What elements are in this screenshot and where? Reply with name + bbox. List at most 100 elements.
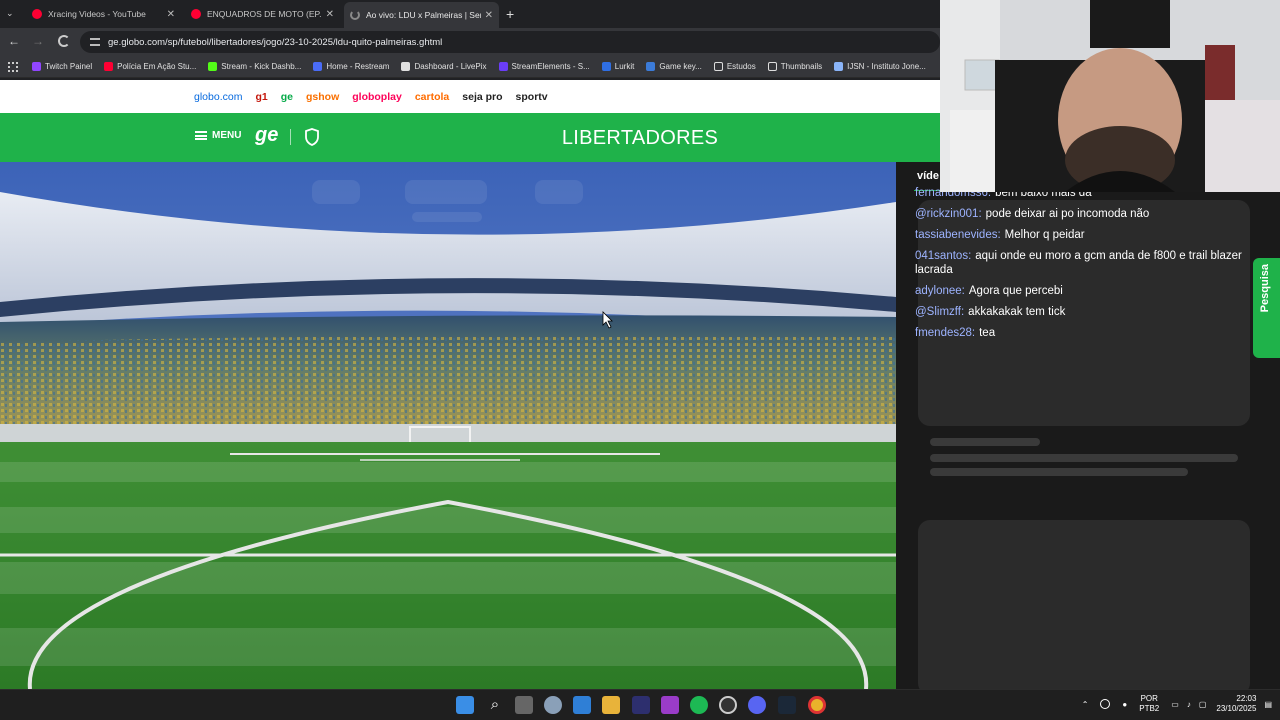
bookmark-item[interactable]: IJSN - Instituto Jone... — [834, 62, 926, 71]
menu-button[interactable]: MENU — [195, 130, 241, 141]
hamburger-icon — [195, 131, 207, 140]
bookmark-item[interactable]: Estudos — [713, 62, 756, 71]
app-icon[interactable] — [632, 696, 650, 714]
match-video-stadium[interactable] — [0, 162, 896, 689]
bookmark-favicon-icon — [498, 62, 508, 71]
apps-icon[interactable] — [8, 61, 18, 72]
chat-username: @Slimzff: — [915, 306, 965, 318]
capture-app-icon[interactable] — [661, 696, 679, 714]
windows-taskbar: ⌕ ⌃ ● POR PTB2 ▭ ♪ ▢ 22:03 23/10/2025 ▤ — [0, 689, 1280, 720]
content-card — [918, 520, 1250, 695]
bookmark-item[interactable]: StreamElements - S... — [498, 62, 590, 71]
sync-icon[interactable] — [1100, 699, 1111, 709]
reload-icon[interactable] — [58, 35, 70, 47]
shield-icon[interactable] — [304, 128, 320, 146]
settings-icon[interactable] — [544, 696, 562, 714]
site-info-icon[interactable] — [90, 38, 100, 46]
notification-icon[interactable]: ▤ — [1264, 700, 1272, 709]
new-tab-button[interactable]: + — [506, 6, 514, 22]
microphone-icon[interactable]: ● — [1122, 700, 1127, 709]
back-icon[interactable]: ← — [8, 34, 20, 48]
chrome-icon[interactable] — [808, 696, 826, 714]
bookmark-item[interactable]: Game key... — [646, 62, 702, 71]
bookmark-label: IJSN - Instituto Jone... — [847, 62, 926, 71]
battery-icon[interactable]: ▢ — [1199, 700, 1207, 709]
chat-message: @rickzin001: pode deixar ai po incomoda n… — [915, 207, 1280, 221]
start-icon[interactable] — [456, 696, 474, 714]
photos-icon[interactable] — [573, 696, 591, 714]
bookmark-label: Polícia Em Ação Stu... — [117, 62, 197, 71]
youtube-icon — [191, 9, 201, 19]
bookmark-favicon-icon — [601, 62, 611, 71]
globo-nav-link[interactable]: seja pro — [462, 91, 502, 103]
header-divider — [290, 129, 291, 145]
volume-icon[interactable]: ♪ — [1187, 700, 1191, 709]
bookmark-item[interactable]: Polícia Em Ação Stu... — [104, 62, 196, 71]
spotify-icon[interactable] — [690, 696, 708, 714]
network-icon[interactable]: ▭ — [1171, 700, 1179, 709]
address-bar[interactable]: ge.globo.com/sp/futebol/libertadores/jog… — [80, 31, 940, 53]
globo-nav-link[interactable]: cartola — [415, 91, 449, 103]
chat-text: Agora que percebi — [968, 285, 1063, 297]
bookmark-favicon-icon — [646, 62, 656, 71]
chat-username: tassiabenevides: — [915, 229, 1001, 241]
globo-nav-link[interactable]: globoplay — [352, 91, 402, 103]
chat-message: fmendes28: tea — [915, 326, 1280, 340]
discord-icon[interactable] — [748, 696, 766, 714]
search-icon[interactable]: ⌕ — [486, 696, 504, 714]
close-tab-icon[interactable]: ✕ — [485, 10, 493, 21]
url-text: ge.globo.com/sp/futebol/libertadores/jog… — [108, 36, 443, 48]
globo-nav-link[interactable]: ge — [281, 91, 293, 103]
loading-placeholder-bar — [930, 468, 1188, 476]
close-tab-icon[interactable]: ✕ — [326, 9, 334, 20]
close-tab-icon[interactable]: ✕ — [167, 9, 175, 20]
bookmark-item[interactable]: Stream - Kick Dashb... — [208, 62, 301, 71]
file-explorer-icon[interactable] — [602, 696, 620, 714]
chat-username: @rickzin001: — [915, 208, 982, 220]
xbox-icon[interactable] — [719, 696, 737, 714]
menu-label: MENU — [212, 130, 242, 141]
browser-tab-bar: ⌄ Xracing Videos - YouTube ✕ ENQUADROS D… — [0, 0, 940, 28]
stadium-illustration — [0, 162, 896, 689]
bookmark-item[interactable]: Twitch Painel — [32, 62, 92, 71]
bookmark-item[interactable]: Home - Restream — [313, 62, 389, 71]
videos-tab[interactable]: víde — [917, 170, 939, 182]
browser-toolbar: ← → ge.globo.com/sp/futebol/libertadores… — [0, 28, 940, 56]
chevron-up-icon[interactable]: ⌃ — [1082, 700, 1089, 709]
ge-logo[interactable]: ge — [255, 124, 278, 147]
clock[interactable]: 22:03 23/10/2025 — [1216, 694, 1256, 714]
bookmark-item[interactable]: Dashboard - LivePix — [401, 62, 487, 71]
tab-search-icon[interactable]: ⌄ — [6, 8, 20, 20]
bookmark-item[interactable]: Lurkit — [601, 62, 635, 71]
chat-text: akkakakak tem tick — [968, 306, 1066, 318]
bookmark-item[interactable]: Thumbnails — [767, 62, 822, 71]
clock-time: 22:03 — [1236, 694, 1257, 703]
youtube-icon — [32, 9, 42, 19]
language-indicator[interactable]: POR PTB2 — [1139, 694, 1159, 714]
system-tray: ⌃ ● POR PTB2 ▭ ♪ ▢ 22:03 23/10/2025 ▤ — [1082, 694, 1272, 714]
chat-message: adylonee: Agora que percebi — [915, 284, 1280, 298]
globo-nav-link[interactable]: sportv — [516, 91, 548, 103]
bookmark-label: Game key... — [659, 62, 702, 71]
bookmark-label: Lurkit — [614, 62, 635, 71]
chat-text: pode deixar ai po incomoda não — [985, 208, 1150, 220]
globo-nav-link[interactable]: globo.com — [194, 91, 242, 103]
chat-message: tassiabenevides: Melhor q peidar — [915, 228, 1280, 242]
chat-username: adylonee: — [915, 285, 965, 297]
forward-icon[interactable]: → — [32, 34, 44, 48]
tab-enquadros[interactable]: ENQUADROS DE MOTO (EP. 12 ✕ — [185, 4, 340, 24]
globo-nav-link[interactable]: gshow — [306, 91, 339, 103]
globo-nav-link[interactable]: g1 — [255, 91, 267, 103]
tab-ldu-palmeiras[interactable]: Ao vivo: LDU x Palmeiras | Sem ✕ — [344, 2, 499, 28]
bookmark-favicon-icon — [104, 62, 114, 71]
clock-date: 23/10/2025 — [1216, 704, 1257, 713]
steam-icon[interactable] — [778, 696, 796, 714]
stream-chat-overlay: fernandomss6: bem baixo mais dá @rickzin00… — [915, 186, 1280, 347]
bookmark-favicon-icon — [208, 62, 218, 71]
tab-xracing[interactable]: Xracing Videos - YouTube ✕ — [26, 4, 181, 24]
ge-header: LIBERTADORES MENU ge — [0, 113, 940, 162]
bookmark-label: Estudos — [726, 62, 756, 71]
bookmark-favicon-icon — [313, 62, 323, 71]
task-view-icon[interactable] — [515, 696, 533, 714]
chat-username: fmendes28: — [915, 327, 976, 339]
